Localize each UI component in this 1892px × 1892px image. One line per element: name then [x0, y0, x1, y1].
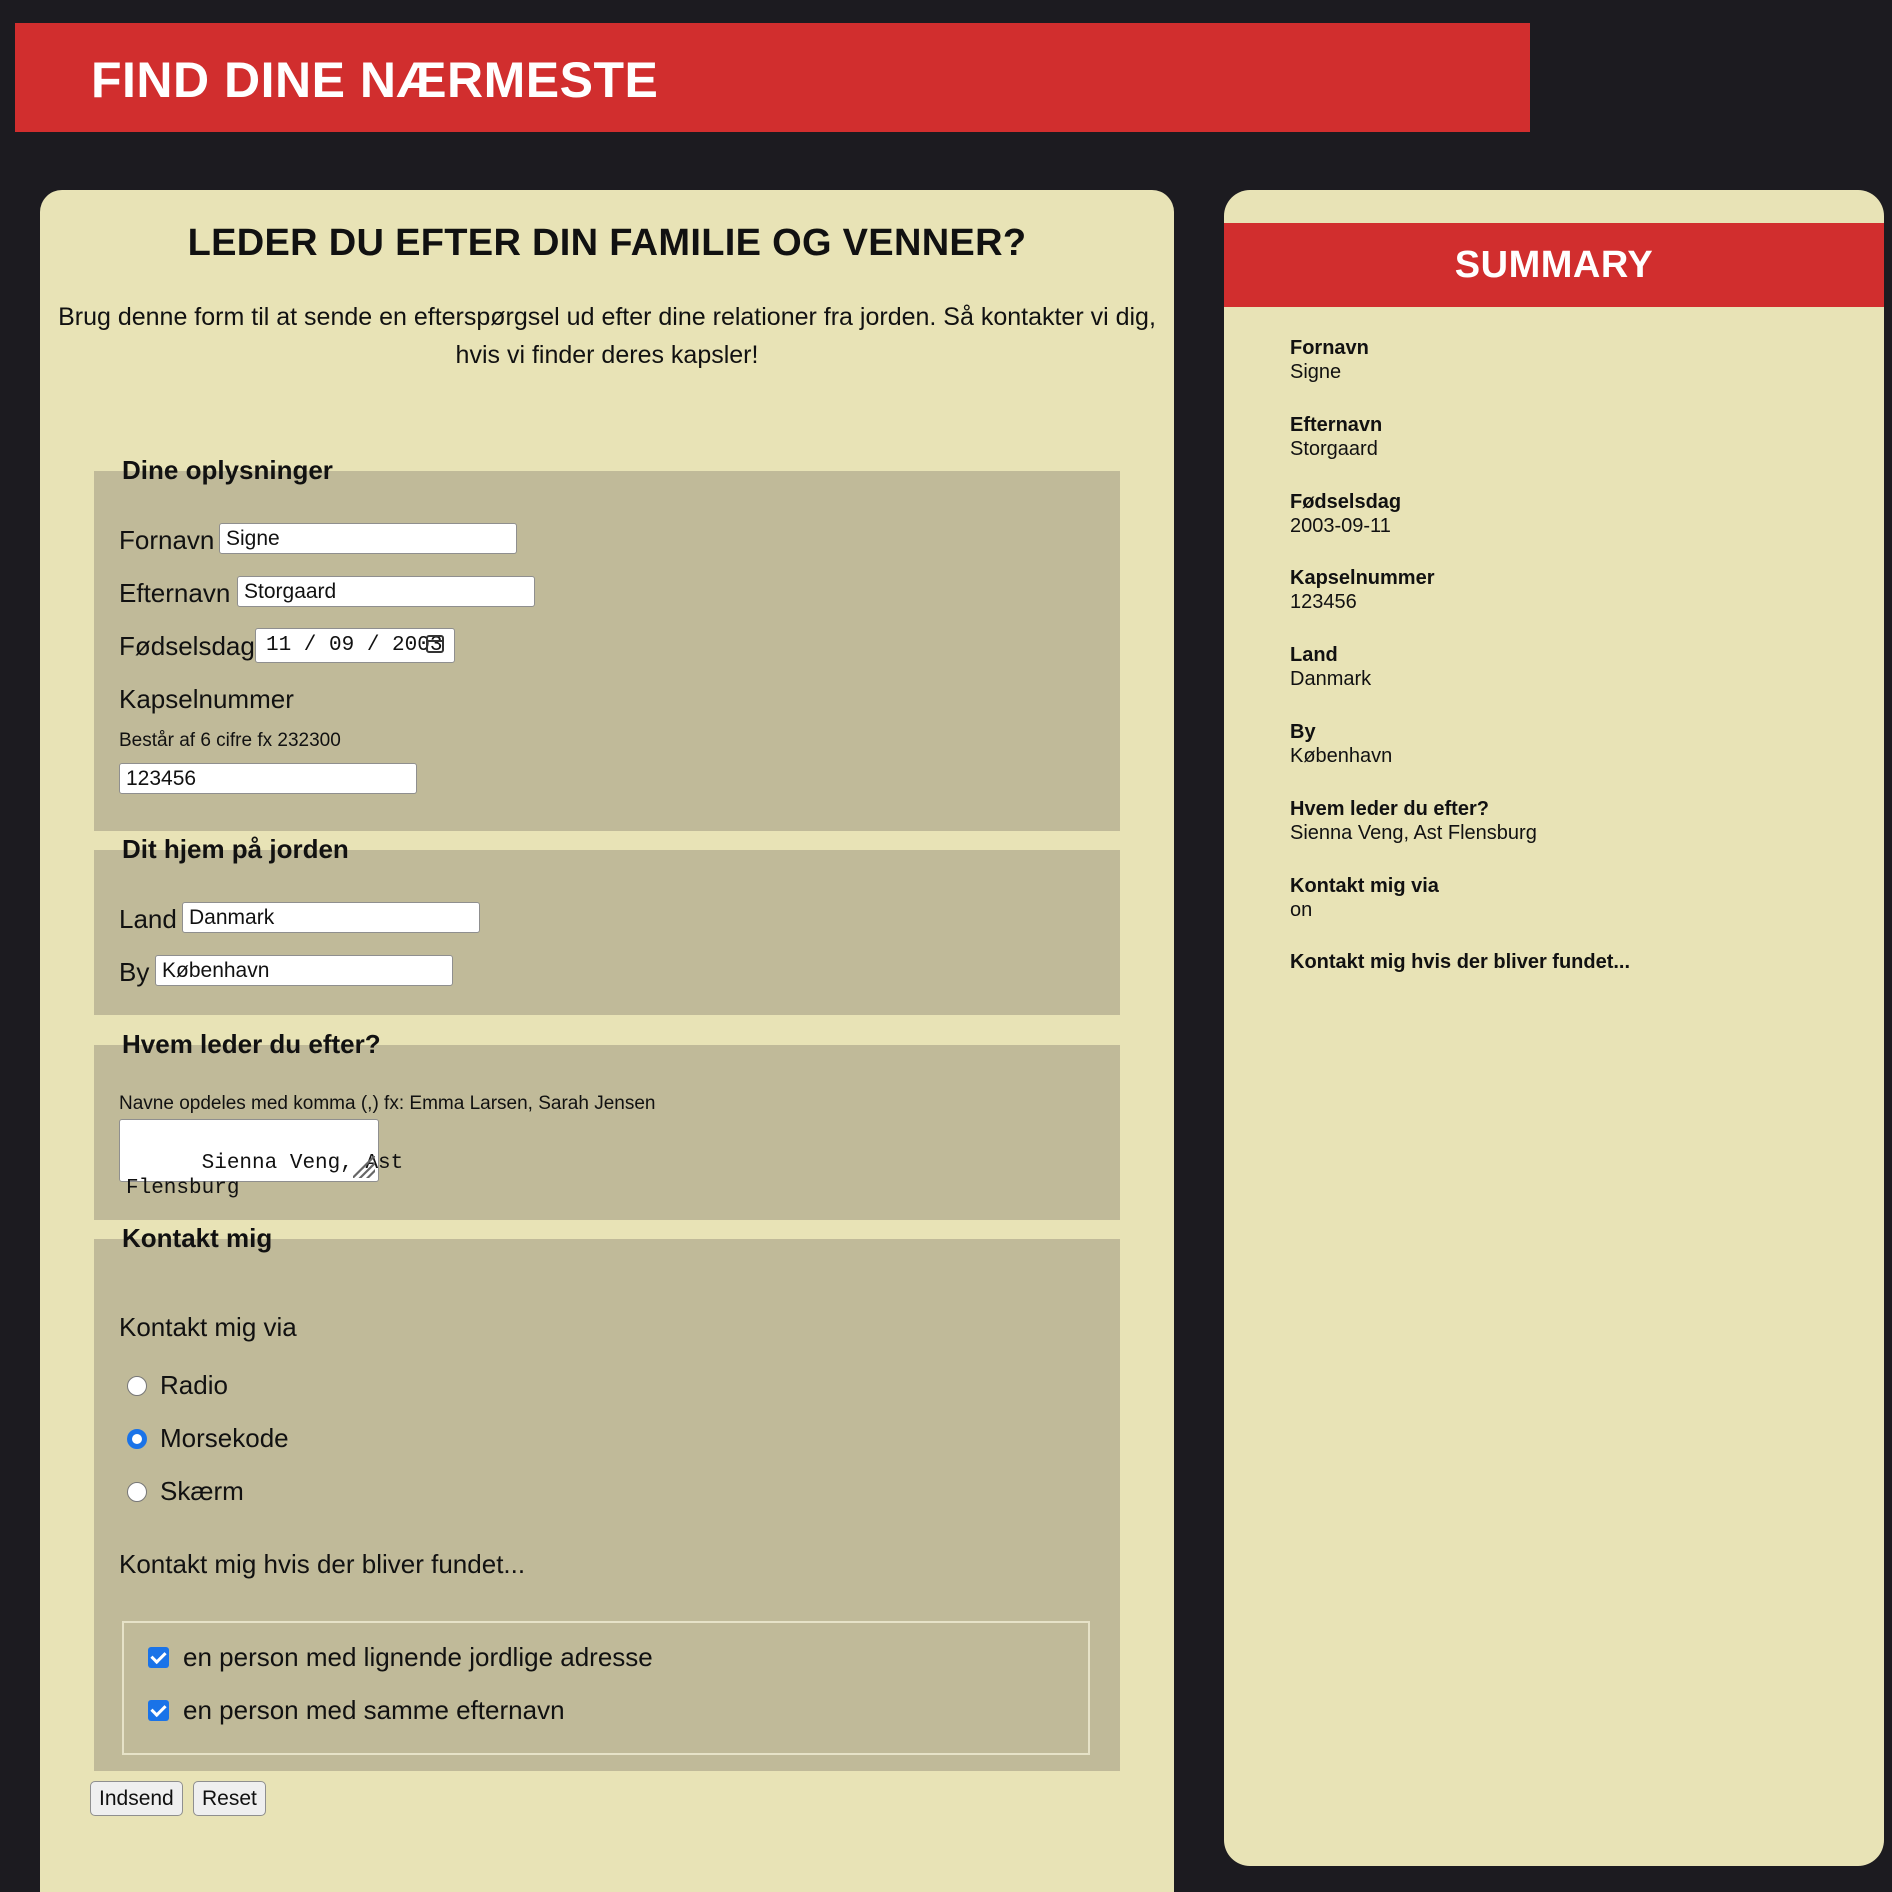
summary-item: Kontakt mig hvis der bliver fundet...: [1290, 950, 1630, 974]
birthday-label: Fødselsdag: [119, 631, 255, 661]
city-label: By: [119, 957, 150, 987]
form-card: LEDER DU EFTER DIN FAMILIE OG VENNER? Br…: [40, 190, 1174, 1892]
efternavn-label: Efternavn: [119, 578, 231, 608]
summary-value: Sienna Veng, Ast Flensburg: [1290, 822, 1537, 844]
radio-option-skaerm-label[interactable]: Skærm: [160, 1476, 244, 1507]
radio-option-morsekode-label[interactable]: Morsekode: [160, 1423, 289, 1454]
efternavn-input[interactable]: Storgaard: [237, 576, 535, 607]
summary-item: Kapselnummer 123456: [1290, 566, 1435, 614]
intro-text: Brug denne form til at sende en efterspø…: [40, 298, 1174, 374]
fornavn-input[interactable]: Signe: [219, 523, 517, 554]
summary-value: Signe: [1290, 361, 1342, 383]
resize-handle-icon[interactable]: [353, 1156, 375, 1178]
checkbox-similar-address-label[interactable]: en person med lignende jordlige adresse: [183, 1642, 653, 1673]
submit-button[interactable]: Indsend: [90, 1781, 183, 1816]
checkbox-same-surname[interactable]: [148, 1700, 169, 1721]
summary-value: 2003-09-11: [1290, 515, 1391, 537]
radio-option-radio[interactable]: [127, 1376, 147, 1396]
legend-home: Dit hjem på jorden: [122, 834, 349, 864]
summary-title: SUMMARY: [1454, 244, 1654, 286]
fieldset-contact: Kontakt mig Kontakt mig via Radio Morsek…: [94, 1223, 1120, 1771]
fieldset-home: Dit hjem på jorden Land Danmark By Køben…: [94, 834, 1120, 1015]
summary-value: Storgaard: [1290, 438, 1378, 460]
legend-contact: Kontakt mig: [122, 1223, 273, 1253]
contact-found-label: Kontakt mig hvis der bliver fundet...: [119, 1549, 526, 1579]
calendar-icon[interactable]: [426, 635, 444, 653]
intro-line-2: hvis vi finder deres kapsler!: [455, 341, 759, 369]
search-hint: Navne opdeles med komma (,) fx: Emma Lar…: [119, 1093, 656, 1114]
page-title: LEDER DU EFTER DIN FAMILIE OG VENNER?: [187, 222, 1027, 264]
summary-header: SUMMARY: [1224, 223, 1884, 307]
summary-value: on: [1290, 899, 1313, 921]
summary-item: Fødselsdag 2003-09-11: [1290, 490, 1401, 538]
summary-item: By København: [1290, 720, 1392, 768]
summary-value: 123456: [1290, 591, 1357, 613]
capsule-input[interactable]: 123456: [119, 763, 417, 794]
site-title: FIND DINE NÆRMESTE: [91, 52, 659, 108]
summary-key: Land: [1290, 644, 1338, 666]
capsule-label: Kapselnummer: [119, 684, 294, 714]
summary-item: Hvem leder du efter? Sienna Veng, Ast Fl…: [1290, 797, 1537, 845]
summary-key: Kapselnummer: [1290, 567, 1435, 589]
checkbox-similar-address[interactable]: [148, 1647, 169, 1668]
summary-key: Efternavn: [1290, 414, 1383, 436]
contact-via-label: Kontakt mig via: [119, 1312, 297, 1342]
reset-button[interactable]: Reset: [193, 1781, 266, 1816]
radio-option-skaerm[interactable]: [127, 1482, 147, 1502]
checkbox-group: en person med lignende jordlige adresse …: [122, 1621, 1090, 1755]
country-label: Land: [119, 904, 177, 934]
summary-key: Hvem leder du efter?: [1290, 798, 1489, 820]
summary-panel: SUMMARY Fornavn Signe Efternavn Storgaar…: [1224, 190, 1884, 1866]
summary-key: Fornavn: [1290, 337, 1369, 359]
fornavn-label: Fornavn: [119, 525, 215, 555]
fieldset-personal-info: Dine oplysninger Fornavn Signe Efternavn…: [94, 455, 1120, 831]
birthday-value: 11 / 09 / 2003: [266, 634, 443, 657]
fieldset-search: Hvem leder du efter? Navne opdeles med k…: [94, 1029, 1120, 1220]
page-header: FIND DINE NÆRMESTE: [15, 23, 1530, 132]
summary-item: Efternavn Storgaard: [1290, 413, 1382, 461]
summary-item: Land Danmark: [1290, 643, 1371, 691]
radio-option-radio-label[interactable]: Radio: [160, 1370, 228, 1401]
summary-key: Kontakt mig hvis der bliver fundet...: [1290, 951, 1631, 973]
summary-item: Kontakt mig via on: [1290, 874, 1439, 922]
summary-value: København: [1290, 745, 1393, 767]
summary-key: By: [1290, 721, 1316, 743]
birthday-input[interactable]: 11 / 09 / 2003: [255, 628, 455, 663]
summary-item: Fornavn Signe: [1290, 336, 1369, 384]
checkbox-same-surname-label[interactable]: en person med samme efternavn: [183, 1695, 565, 1726]
country-input[interactable]: Danmark: [182, 902, 480, 933]
radio-option-morsekode[interactable]: [127, 1429, 147, 1449]
legend-personal-info: Dine oplysninger: [122, 455, 333, 485]
summary-key: Kontakt mig via: [1290, 875, 1439, 897]
capsule-hint: Består af 6 cifre fx 232300: [119, 730, 341, 751]
intro-line-1: Brug denne form til at sende en efterspø…: [58, 303, 1156, 331]
search-textarea[interactable]: Sienna Veng, Ast Flensburg: [119, 1119, 403, 1200]
legend-search: Hvem leder du efter?: [122, 1029, 381, 1059]
city-input[interactable]: København: [155, 955, 453, 986]
summary-key: Fødselsdag: [1290, 491, 1402, 513]
summary-value: Danmark: [1290, 668, 1372, 690]
